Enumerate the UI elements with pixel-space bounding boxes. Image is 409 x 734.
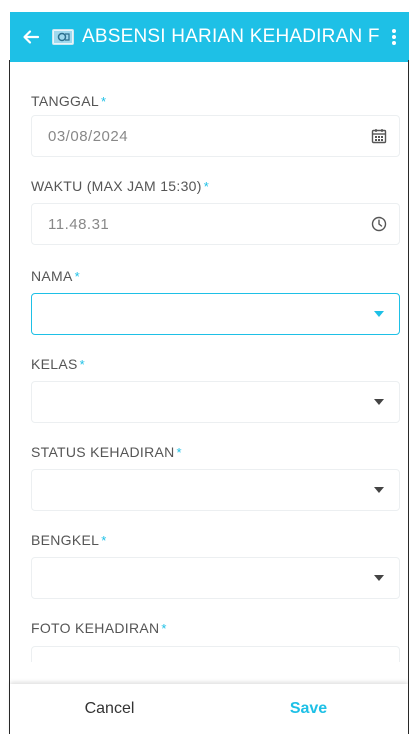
tanggal-date-field[interactable]: 03/08/2024 [31, 115, 400, 157]
page-title: ABSENSI HARIAN KEHADIRAN F [82, 26, 379, 47]
more-vertical-icon [392, 29, 396, 45]
tanggal-value: 03/08/2024 [48, 127, 129, 145]
foto-label: FOTO KEHADIRAN * [31, 620, 167, 636]
nama-dropdown[interactable] [31, 293, 400, 335]
clock-icon[interactable] [359, 216, 399, 232]
kelas-dropdown[interactable] [31, 381, 400, 423]
chevron-down-icon[interactable] [359, 311, 399, 317]
tanggal-label: TANGGAL * [31, 93, 107, 109]
back-arrow-icon [23, 30, 40, 44]
chevron-down-icon[interactable] [359, 399, 399, 405]
status-kehadiran-dropdown[interactable] [31, 469, 400, 511]
cancel-button[interactable]: Cancel [10, 700, 209, 718]
attendance-form: TANGGAL * 03/08/2024 WAKTU (MAX JAM 15:30… [10, 62, 408, 662]
foto-upload-area[interactable] [31, 646, 400, 662]
save-button[interactable]: Save [209, 700, 408, 718]
chevron-down-icon[interactable] [359, 575, 399, 581]
waktu-value: 11.48.31 [48, 215, 110, 233]
nama-label: NAMA * [31, 268, 81, 284]
kelas-label: KELAS * [31, 356, 85, 372]
more-menu-button[interactable] [379, 28, 409, 46]
app-logo-icon [52, 29, 74, 45]
chevron-down-icon[interactable] [359, 487, 399, 493]
status-label: STATUS KEHADIRAN * [31, 444, 182, 460]
waktu-time-field[interactable]: 11.48.31 [31, 203, 400, 245]
bengkel-label: BENGKEL * [31, 532, 107, 548]
bottom-action-bar: Cancel Save [10, 684, 408, 734]
bengkel-dropdown[interactable] [31, 557, 400, 599]
app-bar: ABSENSI HARIAN KEHADIRAN F [10, 12, 409, 62]
calendar-icon[interactable] [359, 128, 399, 144]
waktu-label: WAKTU (MAX JAM 15:30) * [31, 178, 210, 194]
back-button[interactable] [10, 27, 52, 47]
